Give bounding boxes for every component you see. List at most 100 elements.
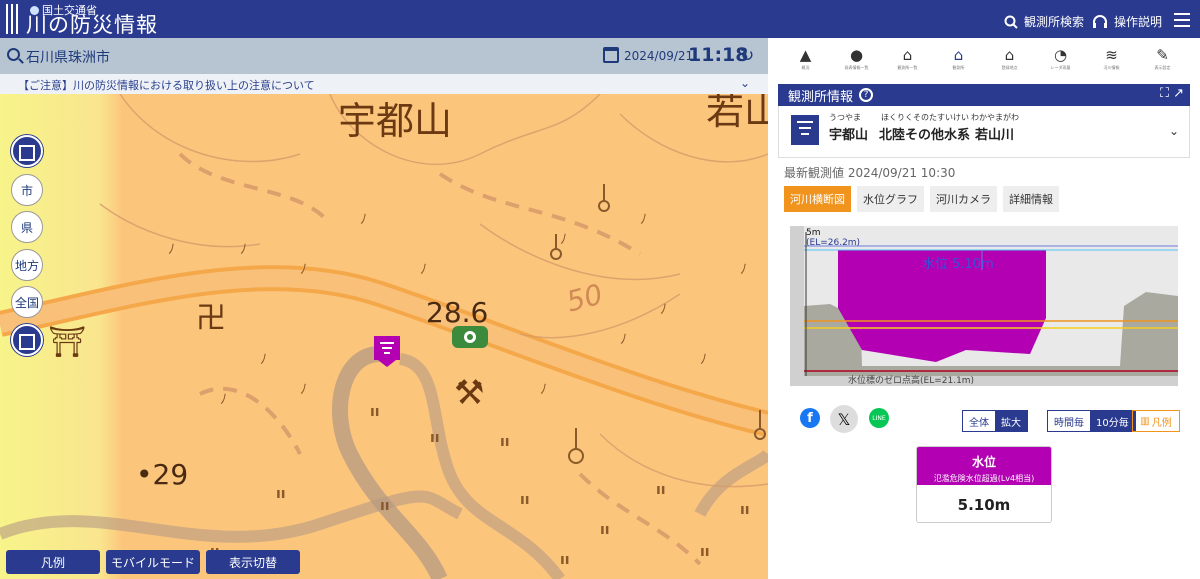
svg-text:ﾉ: ﾉ bbox=[240, 242, 247, 258]
zero-point-label: 水位標のゼロ点高(EL=21.1m) bbox=[848, 374, 974, 386]
station-name-ruby: うつやま bbox=[829, 113, 861, 122]
interval-10min-button[interactable]: 10分毎 bbox=[1090, 411, 1135, 431]
panel-actions: ⛶ ↗ bbox=[1160, 86, 1184, 101]
water-level-value: 5.10m bbox=[957, 496, 1011, 514]
function-toolbar: ▲ 概況 ● 発表情報一覧 ⌂ 観測所一覧 ⌂ 観測所 ⌂ 登録地点 ◔ レーダ雨量 ≋ 河川… bbox=[768, 38, 1200, 82]
headphones-icon bbox=[1093, 14, 1107, 28]
tab-water-level-graph[interactable]: 水位グラフ bbox=[857, 186, 924, 212]
svg-text:ﾉ: ﾉ bbox=[540, 382, 547, 398]
external-link-icon[interactable]: ↗ bbox=[1173, 86, 1184, 101]
map-area[interactable]: 石川県珠洲市 2024/09/21 11:18 ↻ 【ご注意】川の防災情報におけ… bbox=[0, 38, 768, 579]
svg-text:ıı: ıı bbox=[500, 434, 510, 450]
station-selector[interactable]: うつやま 宇都山 ほくりくそのたすいけい 北陸その他水系 わかやまがわ 若山川 … bbox=[778, 106, 1190, 158]
search-icon[interactable] bbox=[7, 48, 20, 61]
river-cross-section: 5m (EL=26.2m) 水位 5.10m 水位標のゼロ点高(EL=21.1m… bbox=[790, 226, 1178, 386]
legend-button[interactable]: 凡例 bbox=[6, 550, 100, 574]
scale-zoom-button[interactable]: 拡大 bbox=[995, 411, 1027, 431]
zoom-nation-button[interactable]: 全国 bbox=[11, 286, 43, 318]
place-label-wakayama: 若山 bbox=[706, 94, 768, 133]
toolbar-registered[interactable]: ⌂ 登録地点 bbox=[990, 46, 1030, 82]
svg-text:ıı: ıı bbox=[600, 522, 610, 538]
shrine-symbol-icon: ⛩ bbox=[48, 325, 86, 360]
svg-text:ıı: ıı bbox=[380, 498, 390, 514]
svg-text:ﾉ: ﾉ bbox=[260, 352, 267, 368]
hamburger-menu-icon[interactable] bbox=[1174, 13, 1190, 27]
tools-icon: ✎ bbox=[1156, 46, 1169, 64]
svg-text:ﾉ: ﾉ bbox=[300, 262, 307, 278]
square-icon[interactable] bbox=[11, 324, 43, 356]
station-search-button[interactable]: 観測所検索 bbox=[1004, 13, 1084, 30]
notice-text[interactable]: 【ご注意】川の防災情報における取り扱い上の注意について bbox=[18, 77, 315, 93]
svg-text:ﾉ: ﾉ bbox=[640, 212, 647, 228]
map-mode-toggle-top[interactable] bbox=[11, 135, 43, 167]
view-tabs: 河川横断図 水位グラフ 河川カメラ 詳細情報 bbox=[784, 186, 1059, 212]
scale-all-button[interactable]: 全体 bbox=[963, 411, 995, 431]
x-share-icon[interactable]: 𝕏 bbox=[830, 405, 858, 433]
alert-icon: ● bbox=[849, 46, 864, 64]
radar-icon: ◔ bbox=[1053, 46, 1068, 64]
chevron-down-icon[interactable]: ⌄ bbox=[740, 76, 750, 90]
svg-text:ıı: ıı bbox=[276, 486, 286, 502]
map-canvas[interactable]: 宇都山 若山 28.6 •29 50 卍 ⛩ ⚒ ﾉﾉﾉ ﾉﾉﾉ ﾉﾉﾉ ﾉﾉﾉ… bbox=[0, 94, 768, 579]
location-name[interactable]: 石川県珠洲市 bbox=[26, 47, 110, 67]
book-icon: ▥ bbox=[1140, 415, 1150, 427]
toolbar-settings[interactable]: ✎ 表示設定 bbox=[1143, 46, 1183, 82]
svg-text:ﾉ: ﾉ bbox=[420, 262, 427, 278]
water-level-station-icon bbox=[791, 115, 819, 145]
mobile-mode-button[interactable]: モバイルモード bbox=[106, 550, 200, 574]
chart-legend-button[interactable]: ▥ 凡例 bbox=[1132, 410, 1180, 432]
chevron-down-icon[interactable]: ⌄ bbox=[1169, 124, 1179, 138]
latest-observation: 最新観測値 2024/09/21 10:30 bbox=[784, 166, 956, 180]
notice-bar[interactable]: 【ご注意】川の防災情報における取り扱い上の注意について ⌄ bbox=[0, 74, 768, 94]
display-switch-button[interactable]: 表示切替 bbox=[206, 550, 300, 574]
help-icon[interactable]: ? bbox=[859, 88, 874, 102]
tab-river-camera[interactable]: 河川カメラ bbox=[930, 186, 997, 212]
house-icon: ⌂ bbox=[953, 46, 964, 64]
expand-icon[interactable]: ⛶ bbox=[1160, 86, 1169, 101]
toolbar-overview[interactable]: ▲ 概況 bbox=[786, 46, 826, 82]
toolbar-station-list[interactable]: ⌂ 観測所一覧 bbox=[888, 46, 928, 82]
observation-date: 2024/09/21 bbox=[624, 49, 694, 63]
toolbar-announcements[interactable]: ● 発表情報一覧 bbox=[837, 46, 877, 82]
toolbar-station[interactable]: ⌂ 観測所 bbox=[939, 46, 979, 82]
zoom-region-button[interactable]: 地方 bbox=[11, 249, 43, 281]
refresh-icon[interactable]: ↻ bbox=[740, 46, 754, 66]
river-camera-marker[interactable] bbox=[452, 326, 488, 348]
house-chart-icon: ⌂ bbox=[902, 46, 913, 64]
app-header: 国土交通省 川の防災情報 観測所検索 操作説明 bbox=[0, 0, 1200, 38]
app-title[interactable]: 川の防災情報 bbox=[26, 14, 158, 36]
zoom-prefecture-button[interactable]: 県 bbox=[11, 211, 43, 243]
scale-toggle: 全体 拡大 bbox=[962, 410, 1028, 432]
tab-details[interactable]: 詳細情報 bbox=[1003, 186, 1059, 212]
facebook-share-icon[interactable]: f bbox=[800, 408, 820, 428]
svg-text:ıı: ıı bbox=[560, 552, 570, 568]
toolbar-radar[interactable]: ◔ レーダ雨量 bbox=[1041, 46, 1081, 82]
line-share-icon[interactable]: LINE bbox=[869, 408, 889, 428]
tab-cross-section[interactable]: 河川横断図 bbox=[784, 186, 851, 212]
map-mode-toggle-bottom[interactable] bbox=[11, 324, 43, 356]
svg-text:ıı: ıı bbox=[740, 502, 750, 518]
svg-text:ﾉ: ﾉ bbox=[740, 262, 747, 278]
water-level-title: 水位 bbox=[971, 455, 996, 469]
svg-text:ﾉ: ﾉ bbox=[620, 332, 627, 348]
square-icon[interactable] bbox=[11, 135, 43, 167]
svg-text:ﾉ: ﾉ bbox=[300, 382, 307, 398]
interval-hourly-button[interactable]: 時間毎 bbox=[1048, 411, 1090, 431]
search-icon bbox=[1004, 15, 1018, 29]
scale-top-label: 5m bbox=[806, 228, 821, 238]
station-info-header: 観測所情報 ? ⛶ ↗ bbox=[778, 84, 1190, 106]
location-bar: 石川県珠洲市 2024/09/21 11:18 ↻ bbox=[0, 38, 768, 74]
water-level-label: 水位 5.10m bbox=[922, 257, 994, 272]
water-system-ruby: ほくりくそのたすいけい bbox=[881, 113, 969, 122]
river-name-ruby: わかやまがわ bbox=[971, 113, 1019, 122]
toolbar-river-info[interactable]: ≋ 河川情報 bbox=[1092, 46, 1132, 82]
zoom-city-button[interactable]: 市 bbox=[11, 174, 43, 206]
water-level-card-header: 水位 氾濫危険水位超過(Lv4相当) bbox=[917, 447, 1051, 485]
calendar-icon[interactable] bbox=[603, 47, 619, 63]
right-panel: ▲ 概況 ● 発表情報一覧 ⌂ 観測所一覧 ⌂ 観測所 ⌂ 登録地点 ◔ レーダ雨量 ≋ 河川… bbox=[768, 38, 1200, 579]
place-label-utsuyama: 宇都山 bbox=[338, 99, 452, 143]
svg-text:ﾉ: ﾉ bbox=[660, 302, 667, 318]
water-level-status: 氾濫危険水位超過(Lv4相当) bbox=[933, 474, 1035, 483]
house-mark-icon: ⌂ bbox=[1004, 46, 1015, 64]
help-button[interactable]: 操作説明 bbox=[1092, 13, 1162, 30]
